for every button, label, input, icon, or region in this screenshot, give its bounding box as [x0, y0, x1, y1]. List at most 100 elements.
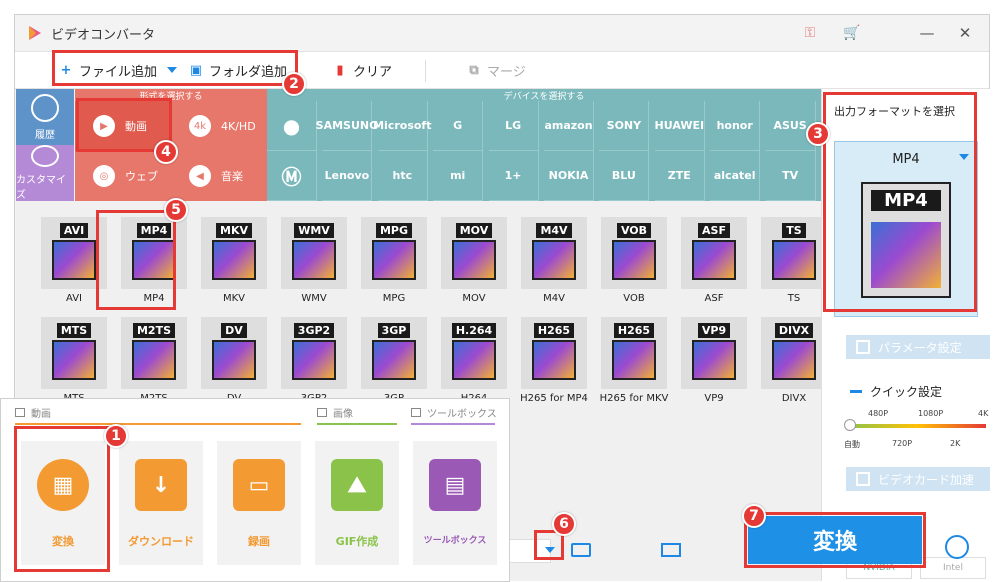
alarm-icon[interactable]	[945, 535, 969, 559]
format-icon: MTS	[41, 317, 107, 389]
format-art	[692, 340, 736, 380]
output-title: 出力フォーマットを選択	[834, 105, 955, 118]
section-toolbox-label: ツールボックス	[427, 409, 497, 420]
add-file-dropdown-icon[interactable]	[167, 67, 177, 73]
motorola-icon: Ⓜ	[281, 165, 302, 189]
device-item[interactable]: LG	[488, 101, 539, 151]
tick-2k: 2K	[950, 439, 961, 448]
device-item[interactable]: SAMSUNG	[316, 101, 378, 151]
format-type-4k[interactable]: 4k 4K/HD	[171, 101, 267, 151]
output-format-selector[interactable]: MP4 MP4	[834, 141, 978, 317]
history-button[interactable]: 履歴	[16, 89, 74, 145]
tile-download[interactable]: ↓ ダウンロード	[119, 441, 203, 565]
left-column: 履歴 カスタマイズ	[16, 89, 74, 201]
param-settings-button[interactable]: パラメータ設定	[846, 335, 990, 359]
format-tile[interactable]: H.264H264	[438, 317, 510, 409]
folder-add-icon: ▣	[189, 63, 203, 78]
output-panel: 出力フォーマットを選択 MP4 MP4 パラメータ設定 クイック設定 480P …	[821, 89, 990, 581]
tile-gif[interactable]: ⛰ GIF作成	[315, 441, 399, 565]
add-file-button[interactable]: + ファイル追加	[59, 61, 157, 80]
format-tile[interactable]: MTSMTS	[38, 317, 110, 409]
format-tile[interactable]: WMV WMV	[278, 217, 350, 309]
device-item[interactable]: honor	[710, 101, 761, 151]
tile-convert[interactable]: ▦ 変換	[21, 441, 105, 565]
minimize-button[interactable]: —	[915, 21, 939, 45]
quality-slider-track[interactable]	[848, 424, 986, 428]
tile-record[interactable]: ▭ 録画	[217, 441, 301, 565]
gpu-accel-button[interactable]: ビデオカード加速	[846, 467, 990, 491]
device-item[interactable]: Microsoft	[373, 101, 431, 151]
convert-button[interactable]: 変換	[748, 516, 922, 564]
format-tile[interactable]: AVI AVI	[38, 217, 110, 309]
badge-7: 7	[742, 504, 766, 528]
format-type-label: 音楽	[221, 170, 243, 183]
format-tile[interactable]: MOV MOV	[438, 217, 510, 309]
device-item[interactable]: BLU	[599, 151, 650, 201]
format-tile[interactable]: MP4 MP4	[118, 217, 190, 309]
format-tile[interactable]: MKV MKV	[198, 217, 270, 309]
format-tile[interactable]: ASF ASF	[678, 217, 750, 309]
output-path-dropdown-icon[interactable]	[545, 547, 555, 553]
tile-gif-label: GIF作成	[335, 535, 379, 548]
add-folder-button[interactable]: ▣ フォルダ追加	[189, 61, 287, 80]
device-item[interactable]: G	[433, 101, 484, 151]
plus-icon: +	[60, 63, 72, 78]
customize-button[interactable]: カスタマイズ	[16, 145, 74, 201]
format-tile[interactable]: DVDV	[198, 317, 270, 409]
mp4-format-icon: MP4	[861, 182, 951, 298]
tick-480p: 480P	[868, 409, 889, 418]
device-item[interactable]: ZTE	[654, 151, 705, 201]
toolbox-case-icon: ▤	[429, 459, 481, 511]
tile-download-label: ダウンロード	[128, 535, 194, 548]
play-icon: ▶	[93, 115, 115, 137]
device-item[interactable]: alcatel	[710, 151, 761, 201]
device-item[interactable]: NOKIA	[544, 151, 594, 201]
format-tile[interactable]: H265 H265 for MP4	[518, 317, 590, 409]
close-button[interactable]: ✕	[953, 21, 977, 45]
format-tile[interactable]: DIVX DIVX	[758, 317, 830, 409]
format-tag: MKV	[216, 223, 252, 238]
format-tile[interactable]: M4V M4V	[518, 217, 590, 309]
add-file-label: ファイル追加	[79, 65, 158, 80]
merge-button[interactable]: ⧉ マージ	[467, 61, 525, 80]
folder-icon[interactable]	[571, 543, 591, 557]
film-art	[871, 222, 941, 288]
device-item[interactable]: htc	[377, 151, 428, 201]
device-item[interactable]: Lenovo	[322, 151, 373, 201]
format-tile[interactable]: VOB VOB	[598, 217, 670, 309]
badge-2: 2	[282, 72, 306, 96]
tile-toolbox[interactable]: ▤ ツールボックス	[413, 441, 497, 565]
device-item[interactable]: 1+	[488, 151, 539, 201]
format-icon: VOB	[601, 217, 667, 289]
tile-record-label: 録画	[248, 535, 270, 548]
format-tag: DV	[221, 323, 247, 338]
format-tag: H.264	[451, 323, 497, 338]
sliders-icon	[856, 340, 870, 354]
device-item[interactable]: TV	[765, 151, 816, 201]
app-title: ビデオコンバータ	[51, 28, 156, 43]
video-edit-icon[interactable]	[661, 543, 681, 557]
format-type-music[interactable]: ◀ 音楽	[171, 151, 267, 201]
cart-icon[interactable]: 🛒	[841, 22, 863, 44]
quality-slider-thumb[interactable]	[844, 419, 856, 431]
device-item[interactable]: mi	[433, 151, 484, 201]
key-icon[interactable]: ⚿	[799, 22, 821, 44]
format-art	[772, 240, 816, 280]
format-tile[interactable]: M2TSM2TS	[118, 317, 190, 409]
format-tile[interactable]: MPG MPG	[358, 217, 430, 309]
format-tile[interactable]: 3GP3GP	[358, 317, 430, 409]
device-item[interactable]: SONY	[599, 101, 650, 151]
chevron-down-icon[interactable]	[959, 154, 969, 160]
device-item[interactable]: amazon	[544, 101, 594, 151]
device-item[interactable]: ●	[267, 101, 317, 151]
device-item[interactable]: HUAWEI	[655, 101, 705, 151]
device-item[interactable]: Ⓜ	[267, 151, 317, 201]
format-tile[interactable]: VP9 VP9	[678, 317, 750, 409]
clear-button[interactable]: ▮ クリア	[333, 61, 392, 80]
format-tile[interactable]: TS TS	[758, 217, 830, 309]
format-icon: DIVX	[761, 317, 827, 389]
divider-video	[15, 423, 301, 425]
format-tile[interactable]: H265 H265 for MKV	[598, 317, 670, 409]
format-tile[interactable]: 3GP23GP2	[278, 317, 350, 409]
divider-toolbox	[411, 423, 495, 425]
